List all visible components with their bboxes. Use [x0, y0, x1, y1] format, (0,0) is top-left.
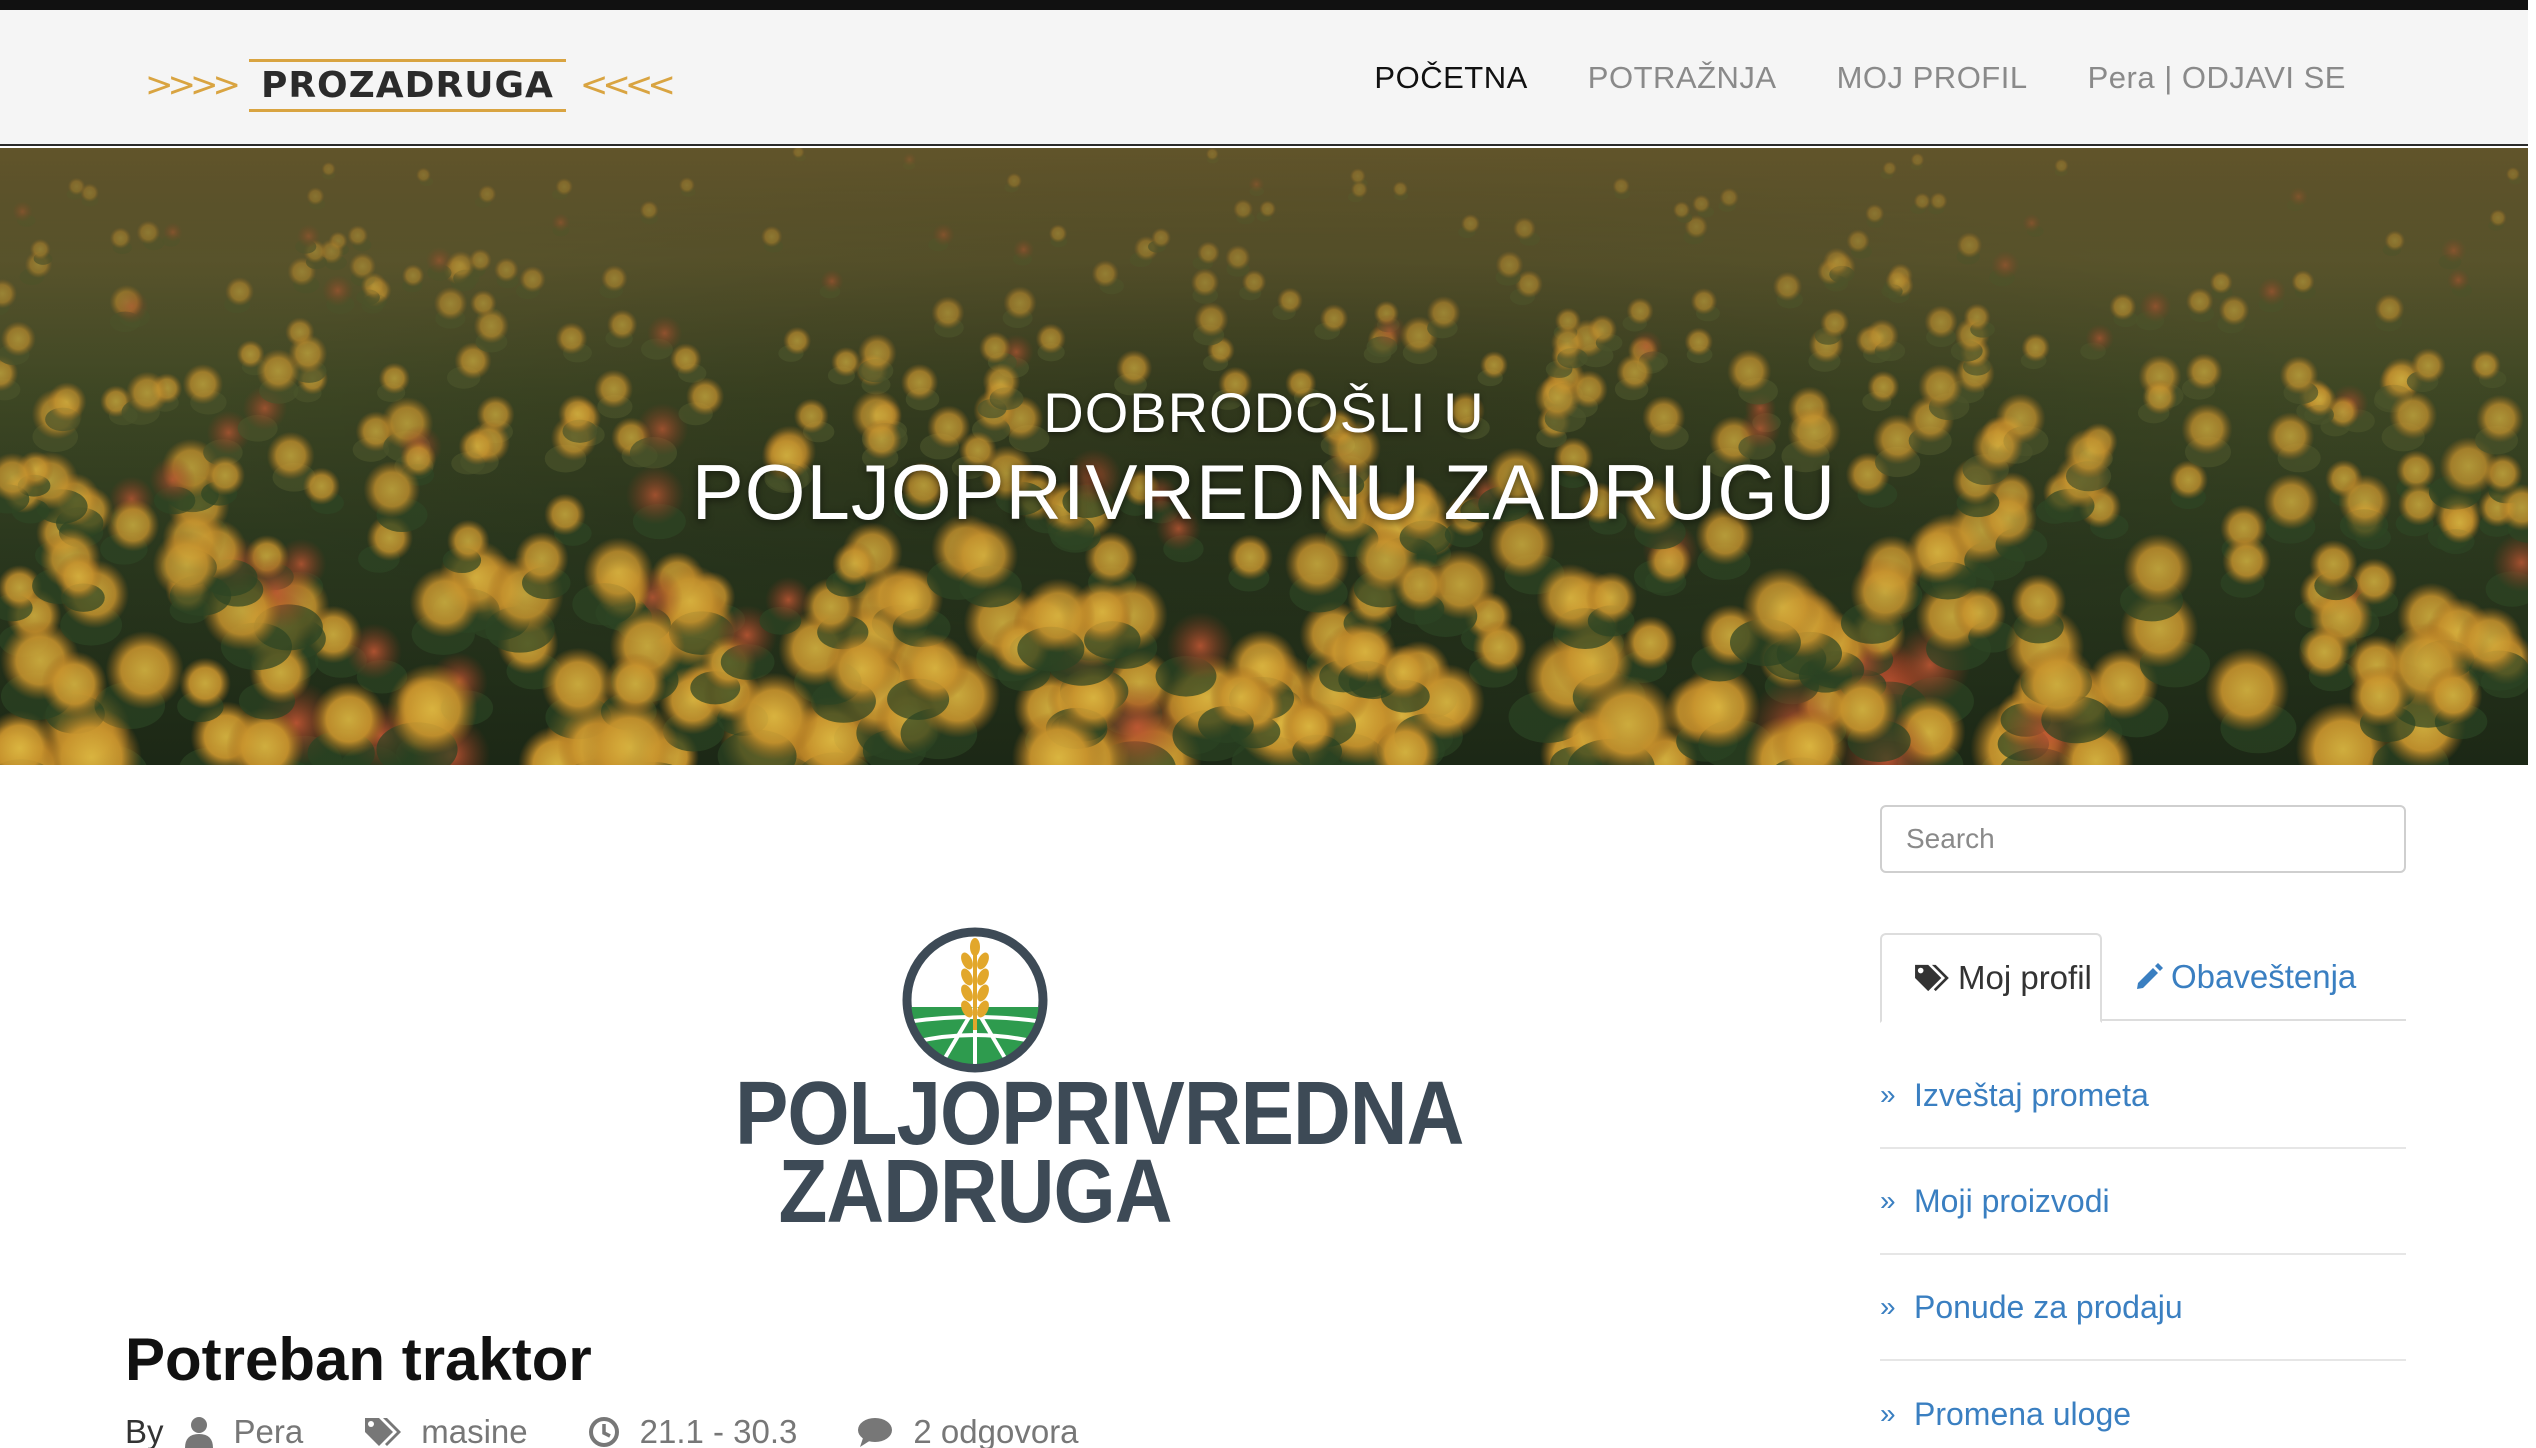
link-label: Ponude za prodaju: [1914, 1288, 2183, 1325]
wheat-icon: >>>>: [145, 65, 241, 105]
brand-name: PROZADRUGA: [248, 57, 566, 114]
link-promena-uloge[interactable]: » Promena uloge: [1880, 1361, 2406, 1448]
link-label: Izveštaj prometa: [1914, 1076, 2149, 1113]
tab-obavestenja-label: Obaveštenja: [2171, 958, 2357, 995]
post-tag[interactable]: masine: [421, 1413, 527, 1448]
link-izvestaj-prometa[interactable]: » Izveštaj prometa: [1880, 1043, 2406, 1149]
link-ponude-za-prodaju[interactable]: » Ponude za prodaju: [1880, 1255, 2406, 1361]
comments-icon: [858, 1418, 893, 1447]
double-chevron-right-icon: »: [1880, 1291, 1896, 1322]
post-title[interactable]: Potreban traktor: [125, 1325, 592, 1394]
post-replies[interactable]: 2 odgovora: [913, 1413, 1078, 1448]
link-label: Moji proizvodi: [1914, 1182, 2110, 1219]
profile-links: » Izveštaj prometa » Moji proizvodi » Po…: [1880, 1043, 2406, 1448]
sidebar: Moj profil Obaveštenja » Izveštaj promet…: [1880, 765, 2406, 1448]
page-edge: [2528, 0, 2536, 1448]
wheat-icon: <<<<: [579, 65, 676, 105]
user-icon: [184, 1417, 213, 1448]
double-chevron-right-icon: »: [1880, 1398, 1896, 1429]
link-moji-proizvodi[interactable]: » Moji proizvodi: [1880, 1149, 2406, 1255]
nav-item-logout[interactable]: Pera | ODJAVI SE: [2088, 60, 2346, 96]
search-input[interactable]: [1880, 805, 2406, 873]
tab-moj-profil-label: Moj profil: [1958, 959, 2092, 996]
hero-text: DOBRODOŠLI U POLJOPRIVREDNU ZADRUGU: [0, 380, 2528, 538]
nav-item-pocetna[interactable]: POČETNA: [1374, 60, 1527, 96]
hero-title: POLJOPRIVREDNU ZADRUGU: [691, 448, 1837, 536]
nav-item-potraznja[interactable]: POTRAŽNJA: [1588, 60, 1777, 96]
double-chevron-right-icon: »: [1880, 1079, 1896, 1110]
cooperative-logo: POLJOPRIVREDNA ZADRUGA: [735, 925, 1464, 1236]
tab-obavestenja[interactable]: Obaveštenja: [2135, 933, 2356, 1021]
main-content: POLJOPRIVREDNA ZADRUGA Potreban traktor …: [0, 765, 1860, 1448]
post-meta: By Pera masine 21.1 - 30.3 2 odgovora: [125, 1413, 1079, 1448]
double-chevron-right-icon: »: [1880, 1185, 1896, 1216]
link-label: Promena uloge: [1914, 1395, 2132, 1432]
hero-welcome: DOBRODOŠLI U: [1043, 381, 1485, 444]
hero-banner: DOBRODOŠLI U POLJOPRIVREDNU ZADRUGU: [0, 148, 2528, 765]
nav-item-moj-profil[interactable]: MOJ PROFIL: [1837, 60, 2028, 96]
brand-logo[interactable]: >>>> PROZADRUGA <<<<: [145, 50, 676, 120]
post-author[interactable]: Pera: [234, 1413, 304, 1448]
top-strip: [0, 0, 2536, 10]
tags-icon: [365, 1418, 402, 1446]
sidebar-tabs: Moj profil Obaveštenja: [1880, 933, 2406, 1023]
pencil-icon: [2137, 963, 2163, 989]
navbar: >>>> PROZADRUGA <<<< POČETNA POTRAŽNJA M…: [0, 10, 2536, 146]
main-nav: POČETNA POTRAŽNJA MOJ PROFIL Pera | ODJA…: [1374, 10, 2346, 146]
clock-icon: [588, 1417, 619, 1447]
tab-moj-profil[interactable]: Moj profil: [1880, 933, 2102, 1023]
post-date: 21.1 - 30.3: [639, 1413, 798, 1448]
post-by-label: By: [125, 1413, 164, 1448]
tags-icon: [1915, 964, 1949, 992]
wheat-emblem-icon: [902, 927, 1048, 1073]
logo-text-line2: ZADRUGA: [778, 1141, 1173, 1242]
